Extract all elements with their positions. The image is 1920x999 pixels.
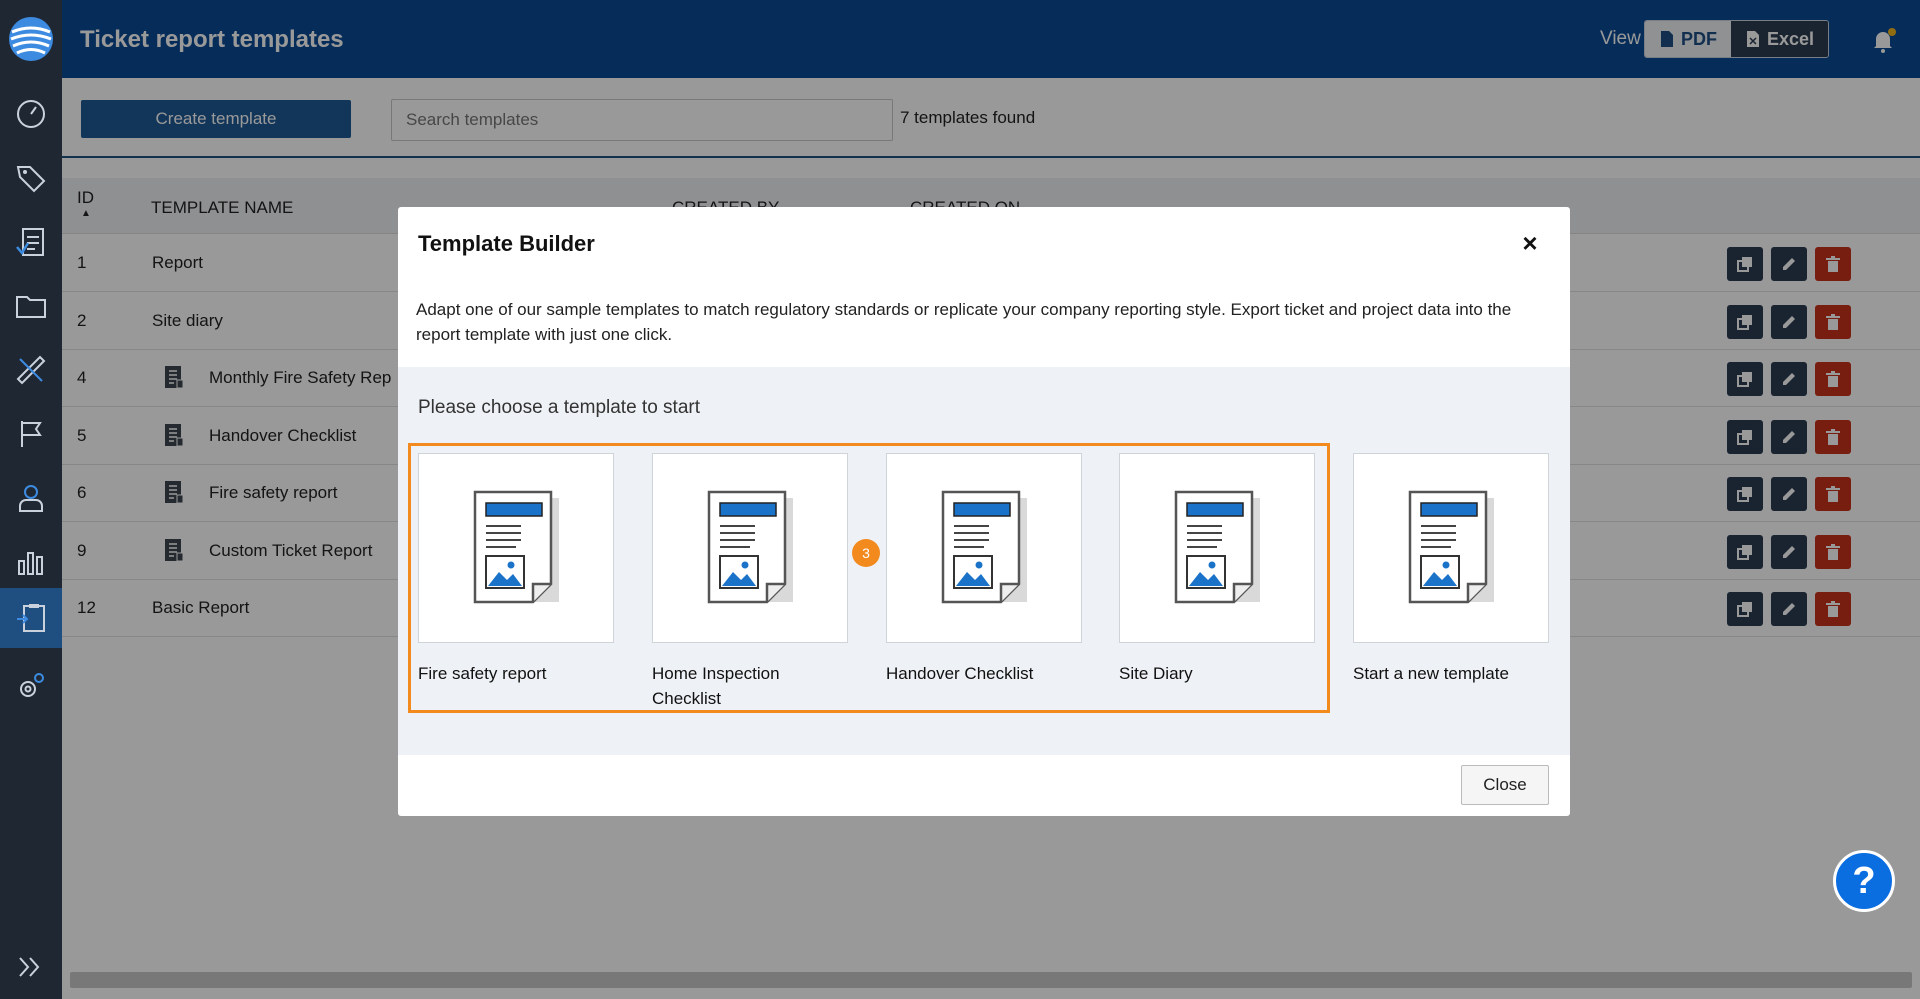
template-card-label: Home Inspection Checklist (652, 664, 780, 708)
template-card-label: Handover Checklist (886, 664, 1034, 683)
sidebar-item-milestones[interactable] (0, 402, 62, 466)
sidebar-item-report-templates[interactable] (0, 588, 62, 648)
sidebar-item-plans[interactable] (0, 338, 62, 402)
sidebar-item-tags[interactable] (0, 146, 62, 210)
sidebar-item-tickets[interactable] (0, 210, 62, 274)
template-card[interactable]: Home Inspection Checklist (652, 453, 848, 711)
document-template-icon (1408, 490, 1494, 604)
sidebar-item-settings[interactable] (0, 654, 62, 718)
user-icon (19, 485, 43, 512)
document-template-icon (1174, 490, 1260, 604)
template-thumbnail (1119, 453, 1315, 643)
template-chooser: Please choose a template to start Fire s… (398, 367, 1570, 755)
modal-close-icon[interactable]: × (1516, 228, 1544, 258)
modal-title: Template Builder (418, 231, 595, 256)
choose-template-heading: Please choose a template to start (418, 397, 700, 418)
chart-icon (18, 552, 43, 575)
template-thumbnail (886, 453, 1082, 643)
sidebar-item-documents[interactable] (0, 274, 62, 338)
sidebar-item-users[interactable] (0, 466, 62, 530)
sidebar-item-statistics[interactable] (0, 530, 62, 594)
template-card-label: Start a new template (1353, 664, 1509, 683)
document-template-icon (707, 490, 793, 604)
template-builder-modal: Template Builder × Adapt one of our samp… (398, 207, 1570, 816)
document-template-icon (473, 490, 559, 604)
flag-icon (21, 421, 42, 447)
template-thumbnail (652, 453, 848, 643)
tag-icon (16, 166, 46, 193)
template-card[interactable]: Handover Checklist (886, 453, 1082, 686)
template-card-label: Site Diary (1119, 664, 1193, 683)
modal-description: Adapt one of our sample templates to mat… (416, 300, 1512, 344)
report-template-icon (17, 604, 45, 632)
settings-icon (20, 673, 44, 697)
sidebar-expand[interactable] (0, 942, 62, 992)
document-template-icon (941, 490, 1027, 604)
template-card[interactable]: Start a new template (1353, 453, 1549, 686)
logo-icon[interactable] (6, 14, 56, 64)
template-card-label: Fire safety report (418, 664, 547, 683)
folder-icon (16, 296, 46, 318)
template-thumbnail (1353, 453, 1549, 643)
template-thumbnail (418, 453, 614, 643)
sidebar-item-dashboard[interactable] (0, 82, 62, 146)
expand-icon (19, 957, 40, 977)
template-card[interactable]: Fire safety report (418, 453, 614, 686)
step-badge: 3 (852, 539, 880, 567)
ruler-icon (16, 355, 46, 385)
checklist-icon (16, 228, 44, 256)
help-button[interactable]: ? (1833, 850, 1895, 912)
dashboard-icon (17, 100, 45, 128)
template-card[interactable]: Site Diary (1119, 453, 1315, 686)
sidebar (0, 0, 62, 999)
modal-close-button[interactable]: Close (1461, 765, 1549, 805)
